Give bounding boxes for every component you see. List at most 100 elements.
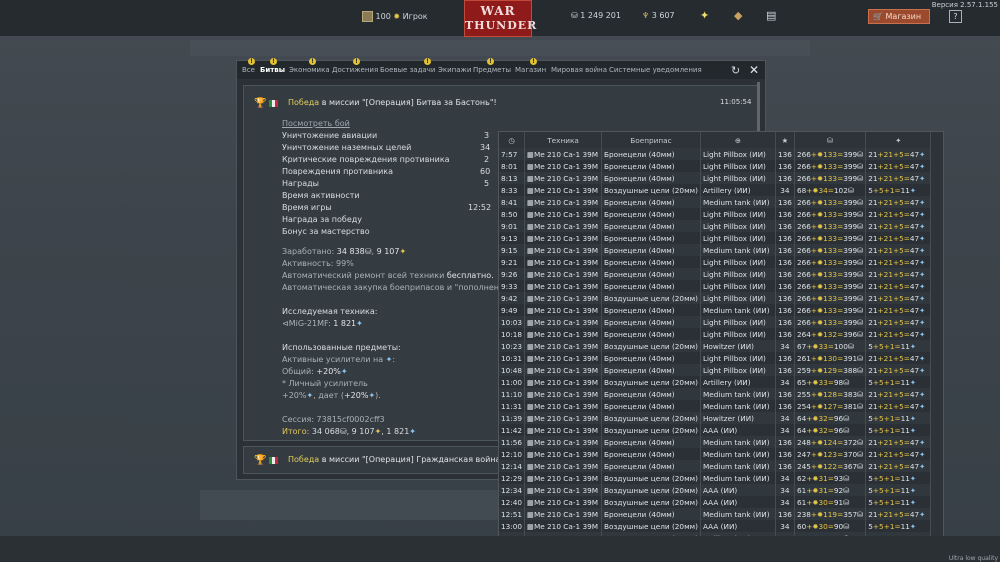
- quality-label: Ultra low quality: [948, 555, 998, 562]
- rp-base: 21: [868, 257, 878, 267]
- silver-base: 64: [796, 425, 807, 435]
- silver-total: 399: [843, 209, 858, 219]
- rank-display[interactable]: 100 ✹ Игрок: [362, 11, 428, 22]
- tab-economy[interactable]: Экономика: [289, 66, 330, 74]
- warning-icon: !: [309, 58, 316, 65]
- warning-icon: !: [487, 58, 494, 65]
- table-cell: Light Pillbox (ИИ): [700, 352, 776, 364]
- stat-label: Время игры: [282, 203, 332, 212]
- rp-total: 47: [909, 161, 920, 171]
- table-cell: 62+✹31=93⛁: [794, 472, 867, 484]
- rp-base: 21: [868, 329, 878, 339]
- table-cell: 12:40: [499, 496, 526, 508]
- table-cell: 259+✹129=388⛁: [794, 364, 867, 376]
- vehicle-name: Me 210 Ca-1 39M: [533, 293, 599, 303]
- table-cell: Light Pillbox (ИИ): [700, 208, 776, 220]
- rp-icon: ✦: [919, 461, 926, 471]
- rp-base: 21: [868, 353, 878, 363]
- table-cell: ▦Me 210 Ca-1 39M: [524, 400, 603, 412]
- rp-bonus: 21: [883, 245, 893, 255]
- vehicle-name: Me 210 Ca-1 39M: [533, 365, 599, 375]
- tab-crews[interactable]: Экипажи: [438, 66, 471, 74]
- table-cell: ▦Me 210 Ca-1 39M: [524, 460, 603, 472]
- stat-value: 12:52: [468, 203, 492, 212]
- table-cell: Medium tank (ИИ): [700, 436, 776, 448]
- table-cell: AAA (ИИ): [700, 424, 776, 436]
- tab-all[interactable]: Все: [242, 66, 255, 74]
- silver-bonus: 31: [818, 485, 828, 495]
- silver-balance[interactable]: ⛁ 1 249 201: [571, 11, 621, 20]
- silver-bonus: 32: [818, 425, 828, 435]
- silver-base: 266: [796, 269, 811, 279]
- table-cell: ▦Me 210 Ca-1 39M: [524, 340, 603, 352]
- tab-achievements[interactable]: Достижения: [332, 66, 378, 74]
- silver-bonus: 30: [818, 521, 828, 531]
- silver-bonus: 133: [823, 317, 838, 327]
- vehicle-name: Me 210 Ca-1 39M: [533, 353, 599, 363]
- table-cell: 266+✹133=399⛁: [794, 268, 867, 280]
- activity-line: Активность: 99%: [282, 259, 354, 268]
- close-icon[interactable]: ✕: [749, 63, 759, 77]
- view-battle-link[interactable]: Посмотреть бой: [282, 119, 350, 128]
- table-cell: 136: [775, 232, 795, 244]
- silver-total: 399: [843, 161, 858, 171]
- table-cell: 266+✹133=399⛁: [794, 316, 867, 328]
- table-cell: ▦Me 210 Ca-1 39M: [524, 520, 603, 532]
- gold-balance[interactable]: ♆ 3 607: [642, 11, 675, 20]
- coupon-icon[interactable]: ▤: [766, 9, 776, 22]
- table-cell: 10:03: [499, 316, 526, 328]
- silver-total: 399: [843, 245, 858, 255]
- silver-base: 266: [796, 293, 811, 303]
- tab-store[interactable]: Магазин: [515, 66, 546, 74]
- vehicle-name: Me 210 Ca-1 39M: [533, 221, 599, 231]
- rp-icon: ✦: [919, 221, 926, 231]
- tab-items[interactable]: Предметы: [473, 66, 511, 74]
- table-cell: 11:56: [499, 436, 526, 448]
- star-icon: ★: [775, 132, 795, 148]
- country-icon: ▦: [527, 341, 534, 351]
- silver-bonus: 133: [823, 233, 838, 243]
- chest-icon[interactable]: ◆: [734, 9, 742, 22]
- country-icon: ▦: [527, 485, 534, 495]
- shop-button[interactable]: 🛒 Магазин: [868, 9, 930, 24]
- table-cell: Howitzer (ИИ): [700, 412, 776, 424]
- country-icon: ▦: [527, 473, 534, 483]
- tab-system[interactable]: Системные уведомления: [609, 66, 702, 74]
- table-cell: 266+✹133=399⛁: [794, 304, 867, 316]
- vehicle-name: Me 210 Ca-1 39M: [533, 197, 599, 207]
- table-cell: 12:29: [499, 472, 526, 484]
- country-icon: ▦: [527, 461, 534, 471]
- rp-base: 21: [868, 509, 878, 519]
- silver-icon: ⛁: [857, 161, 864, 171]
- vehicle-name: Me 210 Ca-1 39M: [533, 341, 599, 351]
- silver-bonus: 129: [823, 365, 838, 375]
- tab-battles[interactable]: Битвы: [260, 66, 285, 74]
- table-cell: Бронецели (40мм): [601, 148, 701, 160]
- rp-icon: ✦: [919, 269, 926, 279]
- country-icon: ▦: [527, 233, 534, 243]
- silver-icon: ⛁: [857, 365, 864, 375]
- country-icon: ▦: [527, 221, 534, 231]
- silver-total: 399: [843, 173, 858, 183]
- table-row: 12:34 ▦Me 210 Ca-1 39M Воздушные цели (20м…: [499, 484, 932, 496]
- table-cell: Бронецели (40мм): [601, 400, 701, 412]
- silver-bonus: 34: [818, 185, 828, 195]
- table-cell: Light Pillbox (ИИ): [700, 172, 776, 184]
- table-cell: 136: [775, 352, 795, 364]
- rp-bonus: 21: [883, 257, 893, 267]
- table-cell: ▦Me 210 Ca-1 39M: [524, 496, 603, 508]
- silver-bonus: 30: [818, 497, 828, 507]
- table-cell: Воздушные цели (20мм): [601, 496, 701, 508]
- silver-total: 399: [843, 281, 858, 291]
- rp-base: 21: [868, 209, 878, 219]
- table-cell: Бронецели (40мм): [601, 328, 701, 340]
- table-cell: 238+✹119=357⛁: [794, 508, 867, 520]
- rp-icon: ✦: [919, 293, 926, 303]
- tab-world-war[interactable]: Мировая война: [551, 66, 607, 74]
- refresh-icon[interactable]: ↻: [731, 64, 740, 77]
- rp-total: 11: [900, 185, 910, 195]
- tab-battle-tasks[interactable]: Боевые задачи: [380, 66, 435, 74]
- lightbulb-icon[interactable]: ✦: [700, 9, 709, 22]
- rp-base: 21: [868, 389, 878, 399]
- help-button[interactable]: ?: [949, 10, 962, 23]
